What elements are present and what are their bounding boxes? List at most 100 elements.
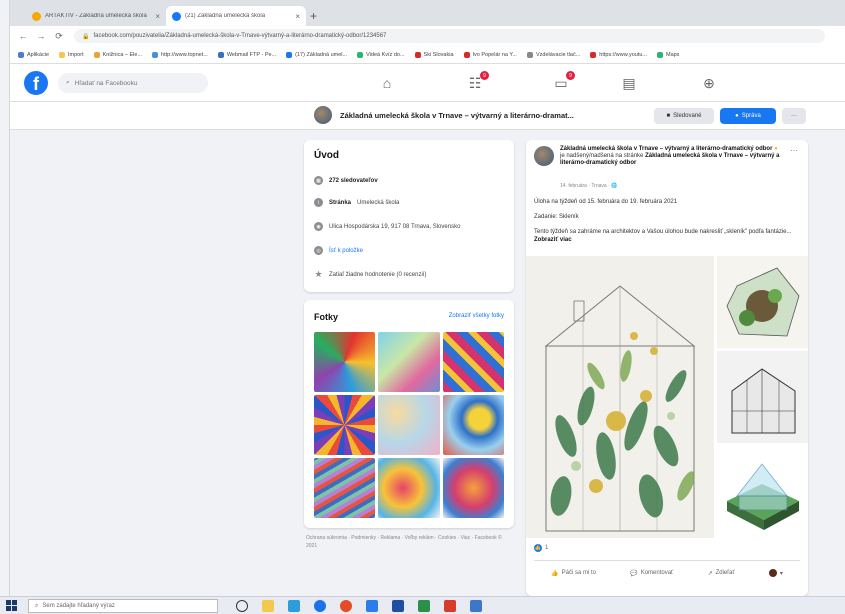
close-tab-icon[interactable]: × [295,12,300,21]
bookmark-item[interactable]: Vzdelávacie tlač... [526,51,580,58]
marketplace-icon[interactable]: ▤ [620,74,638,92]
new-tab-button[interactable]: + [310,9,317,23]
photo-thumbnail[interactable] [442,395,504,455]
star-icon: ★ [314,269,323,279]
groups-icon[interactable]: ☷ 9 [466,71,489,92]
bookmark-item[interactable]: http://www.topnet... [152,51,208,58]
chrome-icon[interactable] [340,600,352,612]
file-explorer-icon[interactable] [262,600,274,612]
home-icon[interactable]: ⌂ [378,74,396,92]
location-icon: ◉ [314,222,323,231]
post-side-image[interactable] [717,256,808,348]
mail-icon[interactable] [366,600,378,612]
watch-icon[interactable]: ⊕ [700,74,718,92]
forward-icon[interactable]: → [36,31,46,41]
post-author-name[interactable]: Základná umelecká škola v Trnave – výtva… [560,146,772,152]
link-row[interactable]: ◎ Ísť k položke [314,246,363,255]
share-button[interactable]: ↗ Zdieľať [708,569,735,577]
photo-thumbnail[interactable] [378,395,440,455]
facebook-favicon-icon [172,11,181,21]
tab-facebook[interactable]: (21) Základná umelecká škola × [166,6,306,26]
bookmark-item[interactable]: Ski Slovakia [414,51,454,58]
photo-thumbnail[interactable] [378,458,440,518]
page-header: Základná umelecká škola v Trnave – výtva… [10,102,845,130]
post-main-image[interactable] [526,256,714,538]
taskbar-search-input[interactable]: ⌕ Sem zadajte hľadaný výraz [28,599,218,613]
facebook-logo-icon[interactable]: f [24,71,48,95]
back-icon[interactable]: ← [18,31,28,41]
store-icon[interactable] [288,600,300,612]
see-all-photos-link[interactable]: Zobraziť všetky fotky [449,313,504,319]
post-side-image[interactable] [717,446,808,538]
lock-icon: 🔒 [82,33,90,40]
task-view-icon[interactable] [236,600,248,612]
reload-icon[interactable]: ⟳ [54,31,64,42]
like-icon: 👍 [534,544,542,552]
photo-thumbnail[interactable] [314,458,376,518]
excel-icon[interactable] [418,600,430,612]
photos-card: Fotky Zobraziť všetky fotky [304,300,514,528]
comment-icon: 💬 [630,570,638,577]
photo-thumbnail[interactable] [314,395,376,455]
facebook-search-input[interactable]: ⌕ Hľadať na Facebooku [58,73,208,93]
notification-badge: 9 [566,71,575,80]
category-row: i Stránka Umelecká škola [314,198,399,207]
edge-icon[interactable] [314,600,326,612]
bookmark-item[interactable]: Videá Kvíz do... [357,51,405,58]
bookmark-item[interactable]: (17) Základná umel... [286,51,347,58]
intro-title: Úvod [314,150,339,161]
photo-thumbnail[interactable] [442,332,504,392]
bookmark-item[interactable]: https://www.youtu... [590,51,647,58]
bookmark-icon [357,51,364,58]
intro-card: Úvod ▦ 272 sledovateľov i Stránka Umelec… [304,140,514,292]
app-icon[interactable] [470,600,482,612]
greenhouse-3d-drawing [727,463,799,530]
url-bar[interactable]: 🔒 facebook.com/pouzivatelia/Základná-ume… [74,29,825,43]
photo-thumbnail[interactable] [314,332,376,392]
favicon-icon [32,11,41,21]
greenhouse-sketch [731,368,796,434]
bookmark-item[interactable]: Maps [656,51,679,58]
photo-thumbnail[interactable] [378,332,440,392]
tab-artaktiv[interactable]: ARTAKTÍV - Základná umelecká škola × [26,6,166,26]
terrarium-drawing [726,267,800,337]
page-title[interactable]: Základná umelecká škola v Trnave – výtva… [340,111,574,120]
audience-selector[interactable]: ▾ [768,569,783,577]
bookmark-icon [152,51,159,58]
bookmark-item[interactable]: Knižnica – Ele... [93,51,142,58]
facebook-top-bar: f ⌕ Hľadať na Facebooku ⌂ ☷ 9 ▭ 9 ▤ ⊕ [10,64,845,102]
post-author-avatar[interactable] [534,146,554,166]
word-icon[interactable] [392,600,404,612]
smile-icon: ● [774,146,778,152]
like-button[interactable]: 👍 Páči sa mi to [551,569,596,577]
post-side-image[interactable] [717,351,808,443]
page-avatar[interactable] [314,106,332,124]
see-more-link[interactable]: Zobraziť viac [534,237,572,243]
gaming-icon[interactable]: ▭ 9 [552,71,575,92]
facebook-icon [286,51,293,58]
share-icon: ↗ [707,570,713,577]
post-options-button[interactable]: ··· [790,146,798,155]
youtube-icon [414,51,421,58]
bookmark-item[interactable]: Webmail FTP - Pe... [217,51,276,58]
bookmark-item[interactable]: Ivo Popelár na Y... [463,51,517,58]
follow-button[interactable]: ■ Sledované [654,108,714,124]
bookmark-item[interactable]: Aplikácie [18,51,49,58]
bookmark-icon [217,51,224,58]
message-button[interactable]: ● Správa [720,108,776,124]
comment-button[interactable]: 💬 Komentovať [630,569,673,577]
bookmark-icon [93,51,100,58]
windows-start-icon[interactable] [6,600,18,612]
search-icon: ⌕ [35,602,39,609]
post-actions: 👍 Páči sa mi to 💬 Komentovať ↗ Zdieľať ▾ [534,560,800,577]
close-tab-icon[interactable]: × [155,12,160,21]
more-options-button[interactable]: ··· [782,108,806,124]
bookmarks-bar: Aplikácie Import Knižnica – Ele... http:… [10,46,845,64]
photos-title: Fotky [314,312,339,322]
page-footer: Ochrana súkromia · Podmienky · Reklama ·… [306,535,502,549]
reactions-summary[interactable]: 👍 1 [534,544,548,552]
info-icon: i [314,198,323,207]
bookmark-item[interactable]: Import [59,51,84,58]
powerpoint-icon[interactable] [444,600,456,612]
photo-thumbnail[interactable] [442,458,504,518]
